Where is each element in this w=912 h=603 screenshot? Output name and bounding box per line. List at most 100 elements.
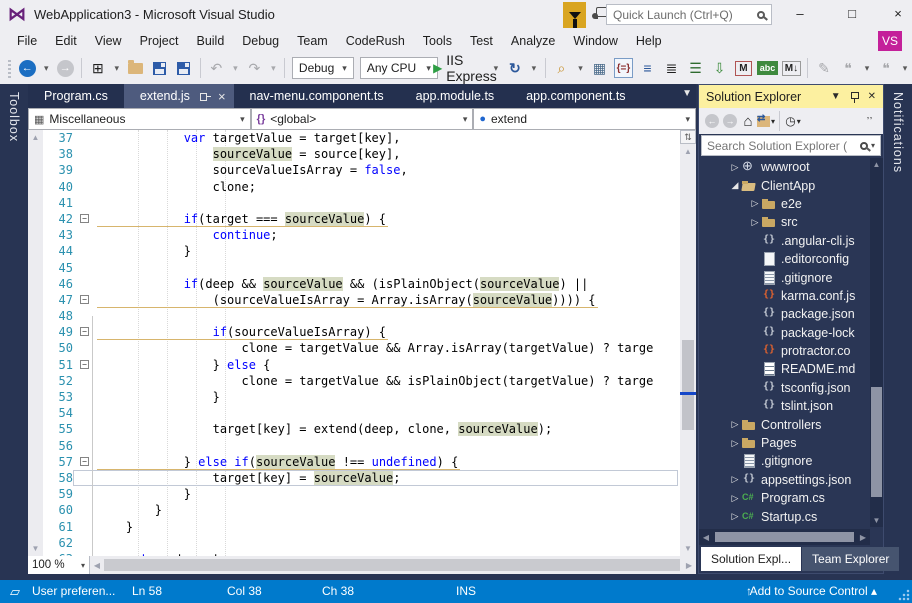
scroll-left-icon[interactable]: ◀ xyxy=(90,561,104,570)
close-icon[interactable]: × xyxy=(218,89,226,104)
pending-changes-filter-button[interactable]: ◷▾ xyxy=(784,111,802,131)
tree-item-src[interactable]: ▷src xyxy=(699,213,883,231)
menu-item-analyze[interactable]: Analyze xyxy=(502,31,564,51)
tab-extend.js[interactable]: extend.js× xyxy=(124,84,234,108)
se-back-button[interactable]: ← xyxy=(703,111,721,131)
project-combo[interactable]: ▦ Miscellaneous ▾ xyxy=(28,108,251,130)
scrollbar-thumb[interactable] xyxy=(104,559,680,571)
tree-item-package-lock[interactable]: package-lock xyxy=(699,324,883,342)
splitter-handle[interactable]: ⇅ xyxy=(680,130,696,144)
tree-item-karma.conf.js[interactable]: karma.conf.js xyxy=(699,287,883,305)
code-line-60[interactable]: 60 } xyxy=(43,502,680,518)
code-area[interactable]: 37 var targetValue = target[key],38 sour… xyxy=(43,130,680,556)
collapsed-arrow-icon[interactable]: ▷ xyxy=(729,493,741,504)
solution-platform-select[interactable]: Any CPU▾ xyxy=(360,57,438,79)
quote-dropdown[interactable]: ▾ xyxy=(861,57,873,79)
scroll-up-icon[interactable]: ▲ xyxy=(680,147,696,156)
menu-item-window[interactable]: Window xyxy=(564,31,626,51)
code-line-42[interactable]: 42− if(target === sourceValue) { xyxy=(43,211,680,227)
code-line-51[interactable]: 51− } else { xyxy=(43,357,680,373)
tree-item-Program.cs[interactable]: ▷Program.cs xyxy=(699,489,883,507)
tool-tab-team-explorer[interactable]: Team Explorer xyxy=(802,547,899,571)
menu-item-test[interactable]: Test xyxy=(461,31,502,51)
comment-pen-button[interactable]: ✎ xyxy=(813,57,835,79)
pin-icon[interactable] xyxy=(199,91,211,102)
quote2-button[interactable]: ❝ xyxy=(875,57,897,79)
undo-dropdown[interactable]: ▾ xyxy=(229,57,241,79)
code-line-46[interactable]: 46 if(deep && sourceValue && (isPlainObj… xyxy=(43,276,680,292)
menu-item-project[interactable]: Project xyxy=(131,31,188,51)
coderush-mdown-button[interactable]: M↓ xyxy=(780,57,802,79)
outlining-margin[interactable]: − xyxy=(73,454,97,470)
tree-horizontal-scrollbar[interactable]: ◀ ▶ xyxy=(699,529,870,545)
filter-button[interactable] xyxy=(563,2,586,28)
solution-explorer-search-input[interactable]: Search Solution Explorer ( ▾ xyxy=(701,135,881,156)
code-line-63[interactable]: 63 return target; xyxy=(43,551,680,556)
coderush-abc-button[interactable]: abc xyxy=(756,57,778,79)
redo-dropdown[interactable]: ▾ xyxy=(267,57,279,79)
solution-explorer-titlebar[interactable]: Solution Explorer ▼ ✕ xyxy=(699,85,883,108)
tree-item-appsettings.json[interactable]: ▷appsettings.json xyxy=(699,471,883,489)
code-line-48[interactable]: 48 xyxy=(43,308,680,324)
new-file-dropdown[interactable]: ▾ xyxy=(111,57,123,79)
outlining-margin[interactable]: − xyxy=(73,357,97,373)
collapsed-arrow-icon[interactable]: ▷ xyxy=(749,217,761,228)
scroll-down-icon[interactable]: ▼ xyxy=(680,544,696,553)
outlining-margin[interactable]: − xyxy=(73,324,97,340)
pin-icon[interactable] xyxy=(849,91,860,103)
toolbar-overflow[interactable]: ▾ xyxy=(574,57,586,79)
account-badge[interactable]: VS xyxy=(878,31,902,51)
refresh-button[interactable]: ↻ xyxy=(504,57,526,79)
menu-item-tools[interactable]: Tools xyxy=(414,31,461,51)
expanded-arrow-icon[interactable]: ◢ xyxy=(729,180,741,191)
code-line-47[interactable]: 47− (sourceValueIsArray = Array.isArray(… xyxy=(43,292,680,308)
coderush-grid-button[interactable]: ▦ xyxy=(588,57,610,79)
navigate-back-button[interactable]: ← xyxy=(16,57,38,79)
collapsed-arrow-icon[interactable]: ▷ xyxy=(729,474,741,485)
coderush-format-button[interactable]: ≣ xyxy=(660,57,682,79)
menu-item-coderush[interactable]: CodeRush xyxy=(337,31,414,51)
type-combo[interactable]: {} <global> ▾ xyxy=(251,108,474,130)
quote-button[interactable]: ❝ xyxy=(837,57,859,79)
scrollbar-thumb[interactable] xyxy=(715,532,854,542)
coderush-m-button[interactable]: M xyxy=(732,57,754,79)
scrollbar-thumb[interactable] xyxy=(682,340,694,430)
scroll-right-icon[interactable]: ▶ xyxy=(856,533,870,542)
code-line-56[interactable]: 56 xyxy=(43,438,680,454)
tree-item-tslint.json[interactable]: tslint.json xyxy=(699,397,883,415)
sync-with-active-document-button[interactable]: ▾ xyxy=(757,111,775,131)
scroll-down-icon[interactable]: ▼ xyxy=(870,516,883,525)
code-line-55[interactable]: 55 target[key] = extend(deep, clone, sou… xyxy=(43,421,680,437)
home-icon[interactable]: ⌂ xyxy=(739,111,757,131)
code-line-58[interactable]: 58 target[key] = sourceValue; xyxy=(43,470,680,486)
toolbar-drag-handle[interactable] xyxy=(8,58,11,78)
code-line-43[interactable]: 43 continue; xyxy=(43,227,680,243)
code-line-54[interactable]: 54 xyxy=(43,405,680,421)
collapsed-arrow-icon[interactable]: ▷ xyxy=(729,419,741,430)
toolbox-tab[interactable]: Toolbox xyxy=(7,92,21,142)
code-line-40[interactable]: 40 clone; xyxy=(43,179,680,195)
collapsed-arrow-icon[interactable]: ▷ xyxy=(729,162,741,173)
tab-nav-menu.component.ts[interactable]: nav-menu.component.ts xyxy=(234,84,400,108)
save-all-button[interactable] xyxy=(173,57,195,79)
undo-button[interactable]: ↶ xyxy=(205,57,227,79)
collapse-icon[interactable]: − xyxy=(80,295,89,304)
code-line-53[interactable]: 53 } xyxy=(43,389,680,405)
close-button[interactable]: × xyxy=(878,0,912,28)
tab-app.module.ts[interactable]: app.module.ts xyxy=(400,84,511,108)
collapse-icon[interactable]: − xyxy=(80,327,89,336)
code-line-38[interactable]: 38 sourceValue = source[key], xyxy=(43,146,680,162)
collapsed-arrow-icon[interactable]: ▷ xyxy=(729,438,741,449)
tree-item-e2e[interactable]: ▷e2e xyxy=(699,195,883,213)
open-file-button[interactable] xyxy=(125,57,147,79)
tree-item-.gitignore[interactable]: .gitignore xyxy=(699,268,883,286)
add-to-source-control-button[interactable]: Add to Source Control ▴ xyxy=(750,584,877,598)
resize-grip[interactable] xyxy=(898,589,910,601)
code-line-41[interactable]: 41 xyxy=(43,195,680,211)
member-combo[interactable]: ● extend ▾ xyxy=(473,108,696,130)
start-debug-dropdown[interactable]: ▾ xyxy=(490,57,502,79)
tree-item-.gitignore[interactable]: .gitignore xyxy=(699,452,883,470)
redo-button[interactable]: ↷ xyxy=(243,57,265,79)
code-line-49[interactable]: 49− if(sourceValueIsArray) { xyxy=(43,324,680,340)
coderush-tree-button[interactable]: ☰ xyxy=(684,57,706,79)
